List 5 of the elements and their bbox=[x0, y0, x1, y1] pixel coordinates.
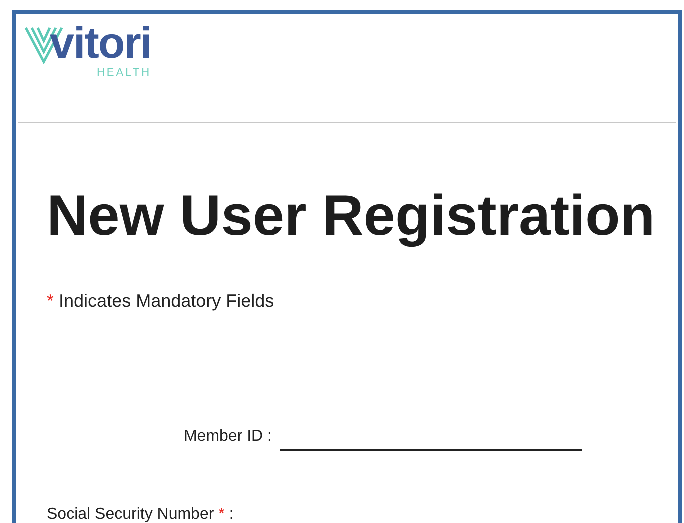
logo-tagline: HEALTH bbox=[96, 68, 152, 79]
field-label: Member ID : bbox=[184, 427, 272, 447]
logo-wordmark: vitori bbox=[50, 22, 152, 66]
mandatory-note: * Indicates Mandatory Fields bbox=[47, 290, 276, 313]
field-label: Social Security Number * : bbox=[47, 506, 234, 523]
